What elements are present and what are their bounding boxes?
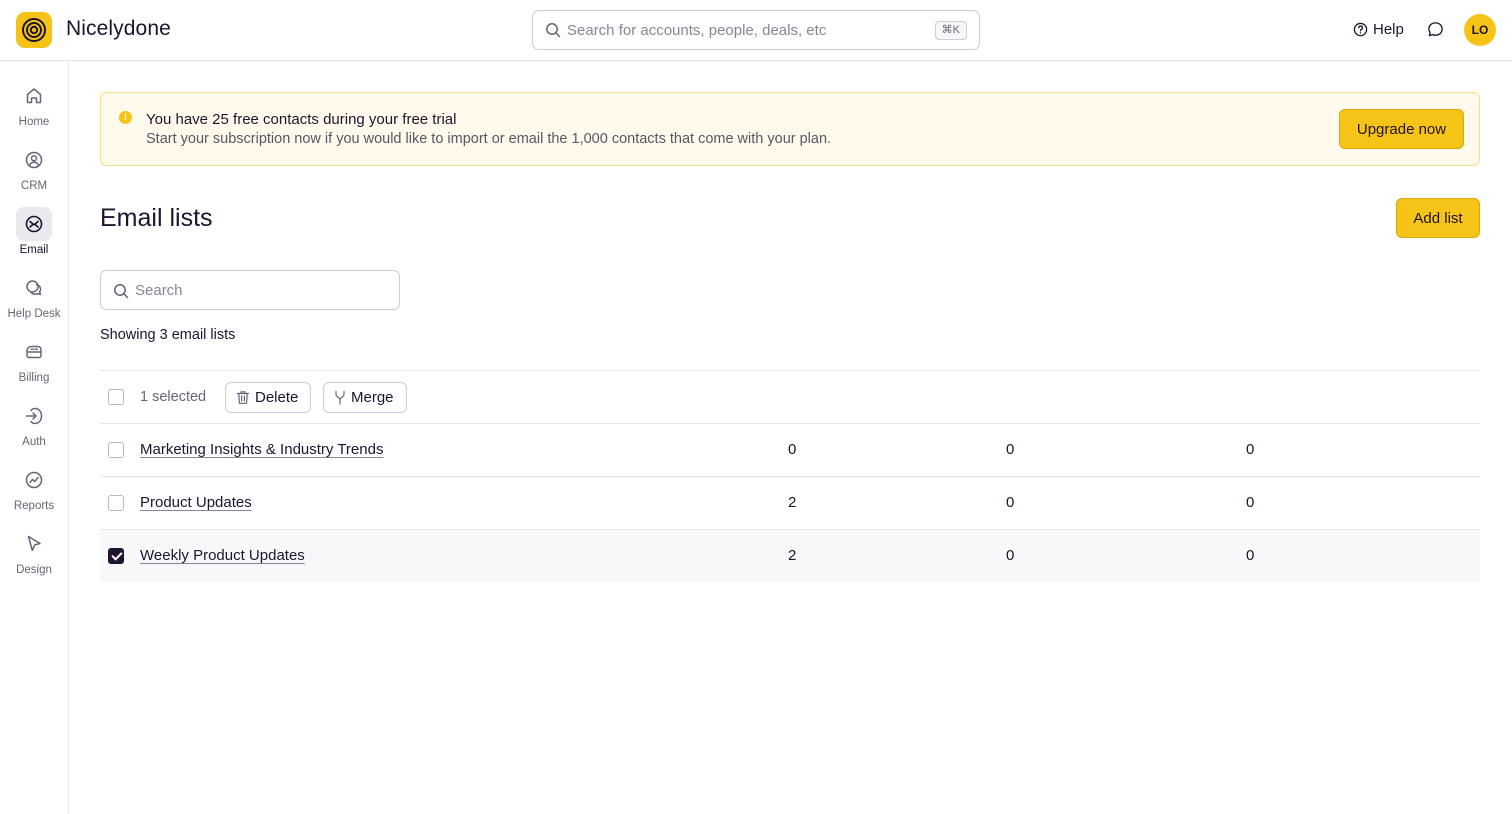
- help-button[interactable]: Help: [1353, 21, 1404, 38]
- list-search-input[interactable]: [135, 280, 385, 300]
- sidebar-item-label: Design: [16, 564, 52, 576]
- delete-label: Delete: [255, 389, 299, 406]
- email-icon: [25, 215, 43, 233]
- select-all-checkbox[interactable]: [108, 389, 124, 405]
- list-count-1: 2: [788, 494, 797, 511]
- sidebar-item-help-desk[interactable]: Help Desk: [0, 271, 68, 331]
- trial-banner: ! You have 25 free contacts during your …: [100, 92, 1480, 166]
- sidebar-item-billing[interactable]: Billing: [0, 335, 68, 395]
- sidebar-item-email[interactable]: Email: [0, 207, 68, 267]
- row-checkbox[interactable]: [108, 548, 124, 564]
- selected-count: 1 selected: [140, 389, 207, 405]
- list-name-link[interactable]: Product Updates: [140, 494, 252, 511]
- upgrade-now-button[interactable]: Upgrade now: [1339, 109, 1464, 149]
- sidebar-item-label: Reports: [13, 500, 55, 512]
- list-count-3: 0: [1246, 547, 1255, 564]
- table-row[interactable]: Product Updates 2 0 0: [100, 476, 1480, 529]
- page-title: Email lists: [100, 204, 213, 232]
- help-label: Help: [1373, 21, 1404, 38]
- row-checkbox[interactable]: [108, 495, 124, 511]
- add-list-button[interactable]: Add list: [1396, 198, 1480, 238]
- chat-bubble-icon: [1428, 22, 1443, 37]
- info-icon: !: [119, 111, 132, 124]
- list-count-3: 0: [1246, 494, 1255, 511]
- user-avatar[interactable]: LO: [1464, 14, 1496, 46]
- table-toolbar: 1 selected Delete Merge: [100, 370, 1480, 423]
- search-icon: [546, 23, 561, 38]
- user-circle-icon: [25, 151, 43, 169]
- sidebar-item-crm[interactable]: CRM: [0, 143, 68, 203]
- sidebar-item-label: Email: [19, 244, 49, 256]
- merge-icon: [335, 390, 345, 405]
- list-search[interactable]: [100, 270, 400, 310]
- email-lists-table: 1 selected Delete Merge Marketing Insigh…: [100, 370, 1480, 582]
- sidebar-item-label: Home: [18, 116, 50, 128]
- delete-button[interactable]: Delete: [225, 382, 312, 413]
- billing-icon: [26, 345, 42, 359]
- app-name: Nicelydone: [66, 17, 171, 40]
- list-name-link[interactable]: Marketing Insights & Industry Trends: [140, 441, 383, 458]
- global-search[interactable]: ⌘K: [532, 10, 980, 50]
- list-count-2: 0: [1006, 494, 1015, 511]
- chat-bubbles-icon: [26, 280, 42, 296]
- sidebar-item-label: Help Desk: [7, 308, 61, 320]
- home-icon: [26, 88, 42, 104]
- result-count: Showing 3 email lists: [100, 327, 236, 343]
- sidebar-item-label: CRM: [20, 180, 48, 192]
- cursor-icon: [27, 535, 41, 552]
- list-count-2: 0: [1006, 547, 1015, 564]
- messages-button[interactable]: [1427, 21, 1444, 43]
- top-bar: Nicelydone ⌘K Help LO: [0, 0, 1512, 61]
- list-count-1: 0: [788, 441, 797, 458]
- table-row[interactable]: Weekly Product Updates 2 0 0: [100, 529, 1480, 582]
- spiral-logo-icon: [22, 18, 46, 42]
- app-logo[interactable]: [16, 12, 52, 48]
- sidebar-item-design[interactable]: Design: [0, 527, 68, 587]
- sidebar: Home CRM Email Help Desk Billing Auth Re…: [0, 61, 69, 814]
- login-icon: [25, 407, 43, 425]
- sidebar-item-reports[interactable]: Reports: [0, 463, 68, 523]
- list-count-2: 0: [1006, 441, 1015, 458]
- sidebar-item-label: Billing: [18, 372, 50, 384]
- reports-icon: [25, 471, 43, 489]
- row-checkbox[interactable]: [108, 442, 124, 458]
- banner-title: You have 25 free contacts during your fr…: [146, 111, 457, 128]
- search-shortcut-badge: ⌘K: [934, 21, 967, 40]
- table-row[interactable]: Marketing Insights & Industry Trends 0 0…: [100, 423, 1480, 476]
- help-circle-icon: [1353, 22, 1368, 37]
- list-name-link[interactable]: Weekly Product Updates: [140, 547, 305, 564]
- sidebar-item-home[interactable]: Home: [0, 79, 68, 139]
- sidebar-item-label: Auth: [22, 436, 46, 448]
- banner-subtitle: Start your subscription now if you would…: [146, 131, 832, 147]
- merge-label: Merge: [351, 389, 394, 406]
- trash-icon: [236, 391, 250, 404]
- global-search-input[interactable]: [567, 19, 947, 41]
- merge-button[interactable]: Merge: [323, 382, 407, 413]
- search-icon: [114, 284, 129, 299]
- list-count-3: 0: [1246, 441, 1255, 458]
- list-count-1: 2: [788, 547, 797, 564]
- sidebar-item-auth[interactable]: Auth: [0, 399, 68, 459]
